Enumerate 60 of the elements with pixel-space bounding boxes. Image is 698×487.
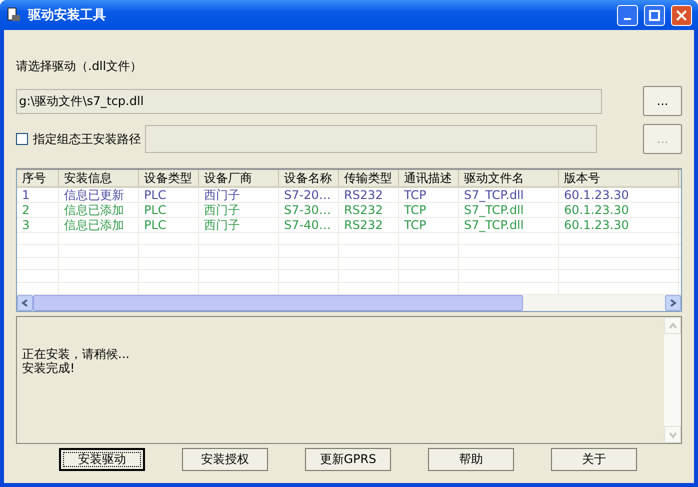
driver-label: 请选择驱动（.dll文件）	[16, 58, 144, 75]
table-cell: 信息已添加	[59, 218, 139, 232]
install-path-field[interactable]	[145, 125, 597, 153]
table-cell: 60.1.23.30	[559, 218, 679, 232]
column-header[interactable]: 版本号	[559, 170, 679, 186]
checkbox-label: 指定组态王安装路径	[33, 130, 141, 148]
browse-button[interactable]: ...	[643, 86, 682, 116]
table-cell: 60.1.23.30	[559, 188, 679, 202]
table-cell: 60.1.23.30	[559, 203, 679, 217]
column-header[interactable]: 安装信息	[59, 170, 139, 186]
table-cell: 西门子	[199, 188, 279, 202]
table-cell: RS232	[339, 203, 399, 217]
table-cell: PLC	[139, 203, 199, 217]
scroll-right-icon[interactable]	[665, 295, 681, 311]
driver-path-field[interactable]: g:\驱动文件\s7_tcp.dll	[16, 88, 602, 114]
table-cell: 西门子	[199, 218, 279, 232]
column-header[interactable]: 序号	[17, 170, 59, 186]
action-button[interactable]: 关于	[551, 448, 637, 471]
window-title: 驱动安装工具	[28, 6, 107, 24]
action-button[interactable]: 安装驱动	[59, 448, 145, 471]
table-cell: 2	[17, 203, 59, 217]
table-cell: PLC	[139, 188, 199, 202]
table-cell: 1	[17, 188, 59, 202]
table-cell: 西门子	[199, 203, 279, 217]
scroll-left-icon[interactable]	[17, 295, 33, 311]
column-header[interactable]: 传输类型	[339, 170, 399, 186]
table-cell: RS232	[339, 218, 399, 232]
table-cell: TCP	[399, 218, 459, 232]
action-button[interactable]: 更新GPRS	[305, 448, 391, 471]
table-cell: S7-40…	[279, 218, 339, 232]
table-cell: TCP	[399, 203, 459, 217]
table-cell: S7-30…	[279, 203, 339, 217]
maximize-button[interactable]	[644, 4, 665, 26]
app-icon	[6, 7, 22, 23]
table-cell: TCP	[399, 188, 459, 202]
column-header[interactable]: 通讯描述	[399, 170, 459, 186]
table-cell: S7_TCP.dll	[459, 218, 559, 232]
table-cell: PLC	[139, 218, 199, 232]
table-cell: S7_TCP.dll	[459, 203, 559, 217]
table-cell: RS232	[339, 188, 399, 202]
table-cell: S7-20…	[279, 188, 339, 202]
table-cell: 信息已添加	[59, 203, 139, 217]
table-cell: 信息已更新	[59, 188, 139, 202]
column-header[interactable]: 驱动文件名	[459, 170, 559, 186]
horizontal-scrollbar[interactable]	[17, 295, 681, 311]
close-icon	[676, 10, 687, 20]
log-line: 正在安装，请稍候...	[22, 347, 130, 361]
column-header[interactable]: 设备厂商	[199, 170, 279, 186]
table-cell: S7_TCP.dll	[459, 188, 559, 202]
log-line: 安装完成!	[22, 361, 76, 375]
action-button[interactable]: 安装授权	[182, 448, 268, 471]
scroll-thumb[interactable]	[33, 295, 523, 311]
column-header[interactable]: 设备类型	[139, 170, 199, 186]
maximize-icon	[649, 10, 660, 20]
table-cell: 3	[17, 218, 59, 232]
close-button[interactable]	[671, 4, 692, 26]
minimize-icon	[624, 18, 631, 20]
minimize-button[interactable]	[617, 4, 638, 26]
action-button[interactable]: 帮助	[428, 448, 514, 471]
column-header[interactable]: 设备名称	[279, 170, 339, 186]
